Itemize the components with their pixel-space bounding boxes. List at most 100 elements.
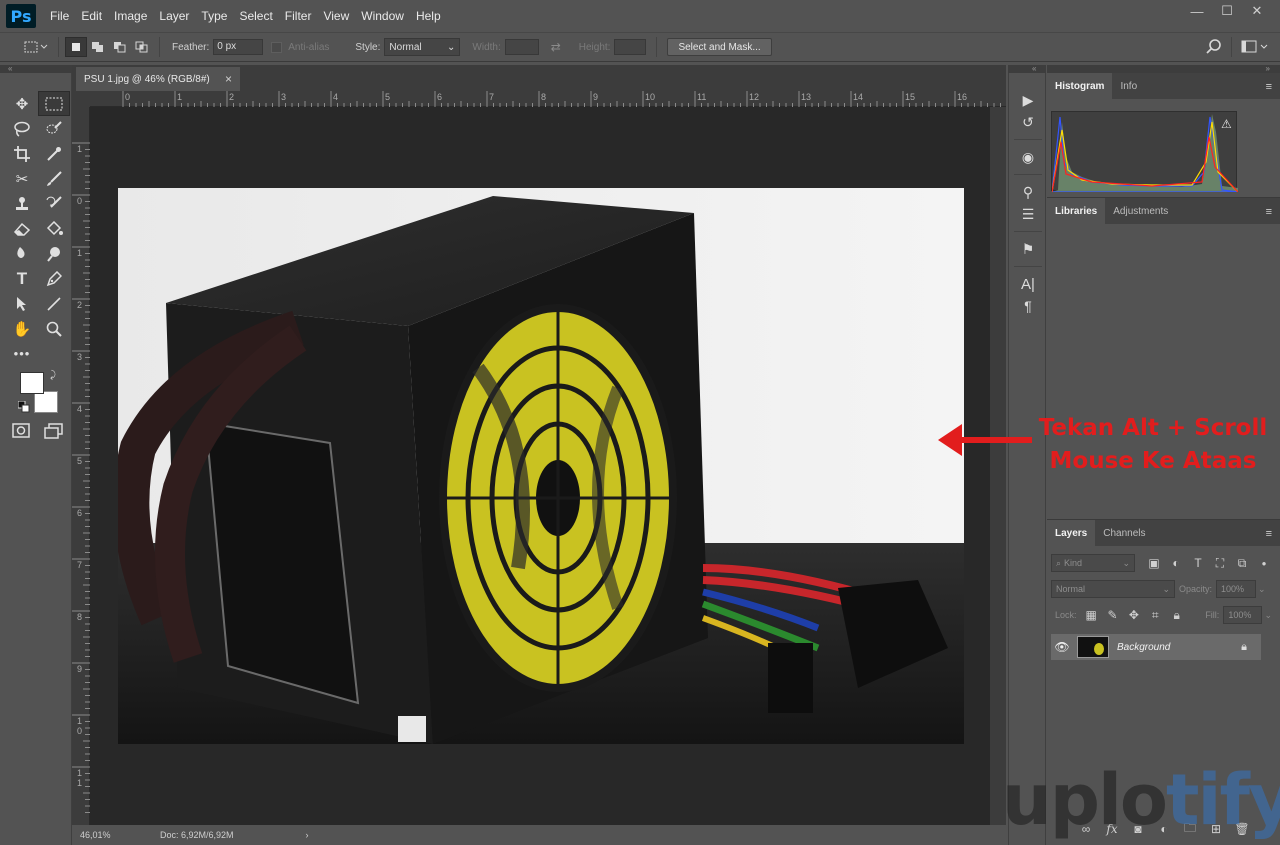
hand-tool-icon[interactable]: ✋ (6, 316, 38, 341)
blur-tool-icon[interactable] (6, 241, 38, 266)
menu-window[interactable]: Window (355, 0, 410, 32)
layer-kind-select[interactable]: ⌕ Kind ⌄ (1051, 554, 1135, 572)
swap-colors-icon[interactable]: ⤸ (50, 370, 56, 381)
add-selection-icon[interactable] (87, 37, 109, 57)
chevron-down-icon[interactable]: ⌄ (1258, 584, 1266, 595)
chevron-down-icon[interactable]: ⌄ (1264, 610, 1272, 621)
rect-marquee-preset-icon[interactable] (22, 37, 52, 57)
rect-marquee-tool-icon[interactable] (38, 91, 70, 116)
lock-transparent-icon[interactable]: ▦ (1081, 606, 1102, 624)
menu-view[interactable]: View (317, 0, 355, 32)
move-tool-icon[interactable]: ✥ (6, 91, 38, 116)
crop-tool-icon[interactable] (6, 141, 38, 166)
style-select[interactable]: Normal ⌄ (384, 38, 461, 56)
lock-position-icon[interactable]: ✥ (1123, 606, 1144, 624)
layer-row-background[interactable]: 👁︎ Background 🔒︎ (1051, 634, 1261, 660)
paragraph-icon[interactable]: ¶ (1009, 295, 1047, 317)
filter-shape-icon[interactable]: ⛶ (1209, 554, 1231, 572)
quick-select-tool-icon[interactable] (38, 116, 70, 141)
tab-histogram[interactable]: Histogram (1047, 73, 1113, 99)
dodge-tool-icon[interactable] (38, 241, 70, 266)
menu-edit[interactable]: Edit (75, 0, 108, 32)
history-icon[interactable]: ↺ (1009, 111, 1047, 133)
close-button[interactable]: ✕ (1242, 0, 1272, 22)
document-tab[interactable]: PSU 1.jpg @ 46% (RGB/8#) × (76, 67, 240, 91)
height-input[interactable] (614, 39, 647, 55)
workspace-icon[interactable] (1238, 37, 1272, 57)
fill-input[interactable]: 100% (1223, 606, 1263, 624)
eraser-tool-icon[interactable] (6, 216, 38, 241)
dock-collapse-strip[interactable]: « (1008, 65, 1046, 73)
character-icon[interactable]: A| (1009, 273, 1047, 295)
filter-pixel-icon[interactable]: ▣ (1143, 554, 1165, 572)
background-color-swatch[interactable] (34, 391, 58, 413)
lock-image-icon[interactable]: ✎ (1102, 606, 1123, 624)
document-image[interactable] (118, 188, 964, 744)
warning-icon[interactable]: ⚠ (1221, 117, 1232, 131)
menu-file[interactable]: File (44, 0, 75, 32)
search-icon[interactable] (1203, 37, 1225, 57)
panel-collapse-strip[interactable]: » (1047, 65, 1280, 73)
play-action-icon[interactable]: ▶ (1009, 89, 1047, 111)
line-tool-icon[interactable] (38, 291, 70, 316)
lock-artboard-icon[interactable]: ⌗ (1145, 606, 1166, 624)
ruler-corner[interactable] (72, 91, 90, 107)
tab-info[interactable]: Info (1112, 73, 1145, 99)
clone-stamp-tool-icon[interactable] (6, 191, 38, 216)
healing-brush-tool-icon[interactable]: ✂ (6, 166, 38, 191)
zoom-tool-icon[interactable] (38, 316, 70, 341)
panel-menu-icon[interactable]: ≡ (1266, 206, 1272, 218)
layer-name[interactable]: Background (1117, 642, 1170, 653)
status-expand-icon[interactable]: › (306, 830, 309, 840)
default-colors-icon[interactable] (17, 400, 30, 416)
swap-icon[interactable]: ⇄ (545, 37, 567, 57)
panel-menu-icon[interactable]: ≡ (1266, 528, 1272, 540)
antialias-checkbox[interactable] (271, 41, 283, 53)
lock-all-icon[interactable]: 🔒︎ (1166, 606, 1187, 624)
brush-tool-icon[interactable] (38, 166, 70, 191)
subtract-selection-icon[interactable] (109, 37, 131, 57)
history-brush-tool-icon[interactable] (38, 191, 70, 216)
minimize-button[interactable]: — (1182, 0, 1212, 22)
lasso-tool-icon[interactable] (6, 116, 38, 141)
tab-channels[interactable]: Channels (1095, 520, 1153, 546)
brush-settings-icon[interactable]: ⚲ (1009, 181, 1047, 203)
horizontal-ruler[interactable]: 0 1 2 3 4 5 6 7 8 9 10 11 12 13 14 15 16 (90, 91, 1006, 107)
menu-help[interactable]: Help (410, 0, 447, 32)
filter-type-icon[interactable]: T (1187, 554, 1209, 572)
blend-mode-select[interactable]: Normal ⌄ (1051, 580, 1175, 598)
eye-icon[interactable]: 👁︎ (1051, 640, 1073, 654)
opacity-input[interactable]: 100% (1216, 580, 1257, 598)
pen-tool-icon[interactable] (38, 266, 70, 291)
clone-source-icon[interactable]: ⚑ (1009, 238, 1047, 260)
type-tool-icon[interactable]: T (6, 266, 38, 291)
tab-adjustments[interactable]: Adjustments (1105, 198, 1176, 224)
tab-layers[interactable]: Layers (1047, 520, 1096, 546)
document-tab-close-icon[interactable]: × (225, 72, 232, 86)
path-selection-tool-icon[interactable] (6, 291, 38, 316)
feather-input[interactable]: 0 px (213, 39, 264, 55)
filter-adjustment-icon[interactable]: ◐ (1165, 554, 1187, 572)
paint-bucket-tool-icon[interactable] (38, 216, 70, 241)
vertical-ruler[interactable]: 101234567891011 (72, 107, 90, 825)
color-icon[interactable]: ◉ (1009, 146, 1047, 168)
filter-smart-object-icon[interactable]: ⧉ (1231, 554, 1253, 572)
panel-menu-icon[interactable]: ≡ (1266, 81, 1272, 93)
menu-image[interactable]: Image (108, 0, 153, 32)
menu-type[interactable]: Type (195, 0, 233, 32)
foreground-color-swatch[interactable] (20, 372, 44, 394)
vertical-scrollbar[interactable] (990, 107, 1006, 825)
select-and-mask-button[interactable]: Select and Mask... (667, 38, 772, 56)
tab-libraries[interactable]: Libraries (1047, 198, 1106, 224)
intersect-selection-icon[interactable] (131, 37, 153, 57)
toolbar-collapse-strip[interactable]: « (0, 65, 72, 73)
screen-mode-icon[interactable] (44, 423, 64, 442)
width-input[interactable] (504, 39, 539, 55)
new-selection-icon[interactable] (65, 37, 87, 57)
maximize-button[interactable]: ☐ (1212, 0, 1242, 22)
menu-select[interactable]: Select (233, 0, 278, 32)
eyedropper-tool-icon[interactable] (38, 141, 70, 166)
zoom-level[interactable]: 46,01% (80, 830, 160, 840)
menu-filter[interactable]: Filter (279, 0, 318, 32)
menu-layer[interactable]: Layer (153, 0, 195, 32)
